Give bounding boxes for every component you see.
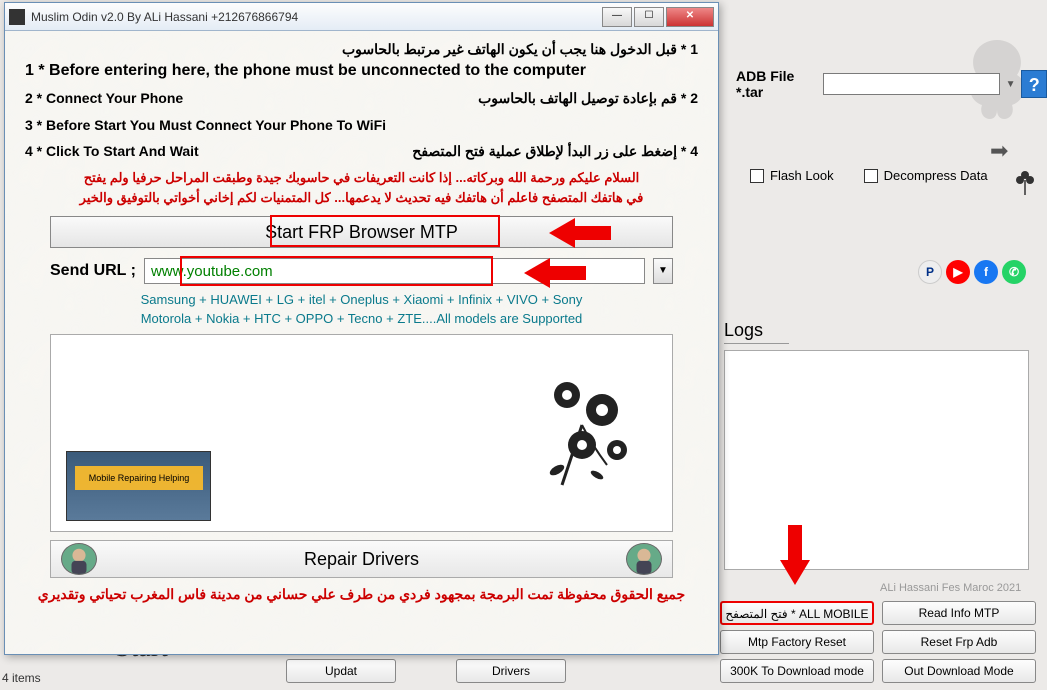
help-button[interactable]: ?: [1021, 70, 1047, 98]
youtube-icon[interactable]: ▶: [946, 260, 970, 284]
paypal-icon[interactable]: P: [918, 260, 942, 284]
adb-file-label: ADB File *.tar: [736, 68, 817, 100]
download-mode-button[interactable]: 300K To Download mode: [720, 659, 874, 683]
flash-look-checkbox[interactable]: Flash Look: [750, 168, 834, 183]
instruction-1-ar: 1 * قبل الدخول هنا يجب أن يكون الهاتف غي…: [25, 41, 698, 58]
facebook-icon[interactable]: f: [974, 260, 998, 284]
logs-label: Logs: [724, 320, 789, 344]
instruction-4-en: 4 * Click To Start And Wait: [25, 143, 199, 160]
red-note-1: السلام عليكم ورحمة الله وبركاته... إذا ك…: [25, 170, 698, 186]
red-arrow-left-2: [520, 254, 590, 295]
updat-button[interactable]: Updat: [286, 659, 396, 683]
flower-art-icon: [512, 355, 652, 495]
credit-text: ALi Hassani Fes Maroc 2021: [880, 582, 1021, 594]
maximize-button[interactable]: ☐: [634, 7, 664, 27]
read-info-mtp-button[interactable]: Read Info MTP: [882, 601, 1036, 625]
avatar-left: [61, 543, 97, 575]
red-arrow-down-annotation: [770, 520, 820, 595]
repair-drivers-button[interactable]: Repair Drivers: [50, 540, 673, 578]
arrow-right-icon: ➡: [990, 138, 1008, 164]
flower-decoration-small: [1010, 165, 1040, 195]
red-arrow-left-1: [545, 214, 615, 255]
mtp-factory-reset-button[interactable]: Mtp Factory Reset: [720, 630, 874, 654]
copyright-text: جميع الحقوق محفوظة تمت البرمجة بمجهود فر…: [25, 586, 698, 603]
mobile-repairing-image: Mobile Repairing Helping: [66, 451, 211, 521]
send-url-label: Send URL ;: [50, 262, 136, 280]
frp-dialog-window: Muslim Odin v2.0 By ALi Hassani +2126768…: [4, 2, 719, 655]
red-note-2: في هاتفك المتصفح فاعلم أن هاتفك فيه تحدي…: [25, 190, 698, 206]
all-mobile-frp-button[interactable]: فتح المتصفح * ALL MOBILE FRP: [720, 601, 874, 625]
adb-file-combo[interactable]: [823, 73, 1000, 95]
titlebar[interactable]: Muslim Odin v2.0 By ALi Hassani +2126768…: [5, 3, 718, 31]
close-button[interactable]: ✕: [666, 7, 714, 27]
out-download-mode-button[interactable]: Out Download Mode: [882, 659, 1036, 683]
avatar-right: [626, 543, 662, 575]
whatsapp-icon[interactable]: ✆: [1002, 260, 1026, 284]
supported-line-2: Motorola + Nokia + HTC + OPPO + Tecno + …: [55, 311, 668, 326]
reset-frp-adb-button[interactable]: Reset Frp Adb: [882, 630, 1036, 654]
instruction-2-en: 2 * Connect Your Phone: [25, 90, 183, 107]
display-panel: Mobile Repairing Helping: [50, 334, 673, 532]
items-count: 4 items: [2, 671, 41, 685]
minimize-button[interactable]: —: [602, 7, 632, 27]
app-icon: [9, 9, 25, 25]
instruction-3: 3 * Before Start You Must Connect Your P…: [25, 117, 698, 133]
repair-drivers-label: Repair Drivers: [107, 549, 616, 570]
window-title: Muslim Odin v2.0 By ALi Hassani +2126768…: [31, 10, 600, 24]
instruction-2-ar: 2 * قم بإعادة توصيل الهاتف بالحاسوب: [478, 90, 698, 107]
instruction-4-ar: 4 * إضغط على زر البدأ لإطلاق عملية فتح ا…: [412, 143, 698, 160]
instruction-1-en: 1 * Before entering here, the phone must…: [25, 62, 698, 80]
decompress-checkbox[interactable]: Decompress Data: [864, 168, 988, 183]
combo-dropdown-arrow[interactable]: ▼: [653, 258, 673, 284]
drivers-button-bottom[interactable]: Drivers: [456, 659, 566, 683]
mobile-repairing-text: Mobile Repairing Helping: [89, 473, 190, 483]
